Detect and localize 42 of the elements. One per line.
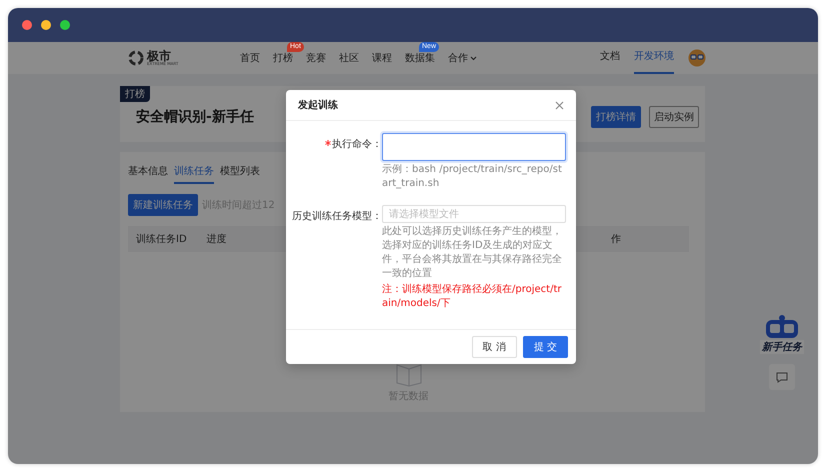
maximize-window-icon[interactable] [60,20,70,30]
avatar-icon[interactable] [688,49,706,67]
field-help-text: 此处可以选择历史训练任务产生的模型，选择对应的训练任务ID及生成的对应文件，平台会将其放置在与其保存路径完全一致的位置 [382,225,563,281]
dialog-button[interactable]: 提 交 [522,336,568,358]
nav-link[interactable]: 首页 [240,51,260,65]
column-header: 作 [611,233,621,246]
logo-text: 极市 [147,50,171,62]
command-input[interactable] [382,133,566,161]
tab[interactable]: 基本信息 [128,160,168,184]
tab[interactable]: 训练任务 [174,160,214,184]
nav-link[interactable]: 竞赛 [306,51,326,65]
newbie-task-badge[interactable]: 新手任务 [760,314,804,354]
field-label: 历史训练任务模型： [292,210,382,223]
warning-text: 注：训练模型保存路径必须在/project/train/models/下 [382,283,562,311]
field-hint: 示例：bash /project/train/src_repo/start_train.sh [382,163,563,191]
tab[interactable]: 模型列表 [220,160,260,184]
header-button[interactable]: 打榜详情 [591,106,641,128]
dialog-title: 发起训练 [298,98,338,112]
header-button[interactable]: 启动实例 [649,106,699,128]
chat-button[interactable] [769,364,795,390]
logo-icon [128,50,144,66]
new-task-button[interactable]: 新建训练任务 [128,194,198,216]
close-window-icon[interactable] [22,20,32,30]
minimize-window-icon[interactable] [41,20,51,30]
empty-box-icon [396,364,422,387]
category-tag: 打榜 [120,86,150,102]
dialog-button[interactable]: 取 消 [472,336,517,358]
nav-link[interactable]: 合作 [448,51,477,65]
nav-link[interactable]: 开发环境 [634,42,674,74]
newbie-task-label: 新手任务 [760,340,804,354]
nav-link[interactable]: 社区 [339,51,359,65]
chat-icon [776,372,788,382]
field-label: 执行命令： [332,138,382,151]
column-header: 训练任务ID [136,232,187,246]
nav-link[interactable]: 数据集 [405,51,435,65]
task-title: 安全帽识别-新手任 [136,108,254,126]
nav-link[interactable]: 打榜 [273,51,293,65]
nav-link[interactable]: 课程 [372,51,392,65]
column-header: 进度 [206,232,227,246]
nav-link[interactable]: 文档 [600,42,620,74]
close-icon[interactable] [555,100,564,110]
model-select-field[interactable]: 请选择模型文件 [382,205,566,223]
